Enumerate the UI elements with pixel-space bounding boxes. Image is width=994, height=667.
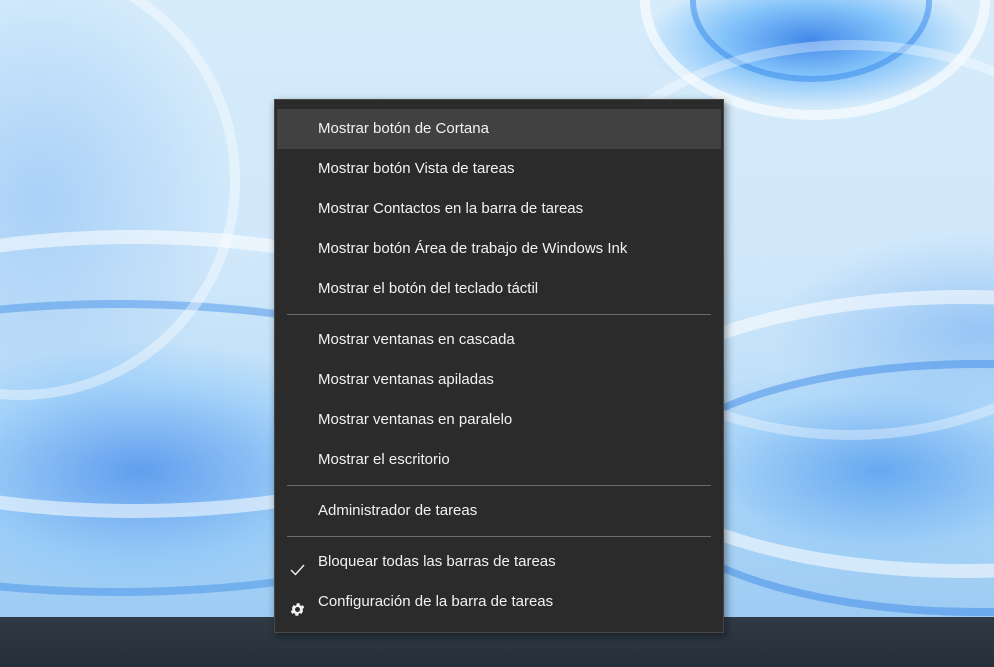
menu-item-label: Bloquear todas las barras de tareas: [318, 553, 556, 570]
menu-item-show-task-view-button[interactable]: Mostrar botón Vista de tareas: [277, 149, 721, 189]
menu-item-show-contacts[interactable]: Mostrar Contactos en la barra de tareas: [277, 189, 721, 229]
menu-item-label: Mostrar Contactos en la barra de tareas: [318, 200, 584, 217]
menu-item-cascade-windows[interactable]: Mostrar ventanas en cascada: [277, 320, 721, 360]
menu-item-label: Mostrar botón Vista de tareas: [318, 160, 515, 177]
menu-item-show-cortana-button[interactable]: Mostrar botón de Cortana: [277, 109, 721, 149]
wallpaper-swirl: [0, 0, 240, 400]
checkmark-icon: [289, 554, 306, 576]
menu-item-label: Mostrar botón de Cortana: [318, 120, 489, 137]
menu-item-show-windows-ink-button[interactable]: Mostrar botón Área de trabajo de Windows…: [277, 229, 721, 269]
menu-separator: [287, 536, 711, 537]
menu-item-lock-all-taskbars[interactable]: Bloquear todas las barras de tareas: [277, 542, 721, 582]
menu-item-task-manager[interactable]: Administrador de tareas: [277, 491, 721, 531]
menu-item-show-touch-keyboard-button[interactable]: Mostrar el botón del teclado táctil: [277, 269, 721, 309]
menu-item-label: Administrador de tareas: [318, 502, 478, 519]
menu-item-label: Mostrar botón Área de trabajo de Windows…: [318, 240, 628, 257]
wallpaper-swirl: [690, 0, 932, 82]
menu-separator: [287, 485, 711, 486]
menu-item-label: Mostrar ventanas apiladas: [318, 371, 494, 388]
menu-item-label: Mostrar ventanas en paralelo: [318, 411, 513, 428]
menu-item-stacked-windows[interactable]: Mostrar ventanas apiladas: [277, 360, 721, 400]
gear-icon: [289, 594, 306, 616]
menu-item-side-by-side-windows[interactable]: Mostrar ventanas en paralelo: [277, 400, 721, 440]
menu-item-label: Mostrar el escritorio: [318, 451, 450, 468]
menu-item-label: Mostrar ventanas en cascada: [318, 331, 515, 348]
menu-item-label: Mostrar el botón del teclado táctil: [318, 280, 539, 297]
menu-item-taskbar-settings[interactable]: Configuración de la barra de tareas: [277, 582, 721, 622]
taskbar-context-menu: Mostrar botón de Cortana Mostrar botón V…: [274, 99, 724, 633]
menu-separator: [287, 314, 711, 315]
menu-item-show-desktop[interactable]: Mostrar el escritorio: [277, 440, 721, 480]
menu-item-label: Configuración de la barra de tareas: [318, 593, 554, 610]
